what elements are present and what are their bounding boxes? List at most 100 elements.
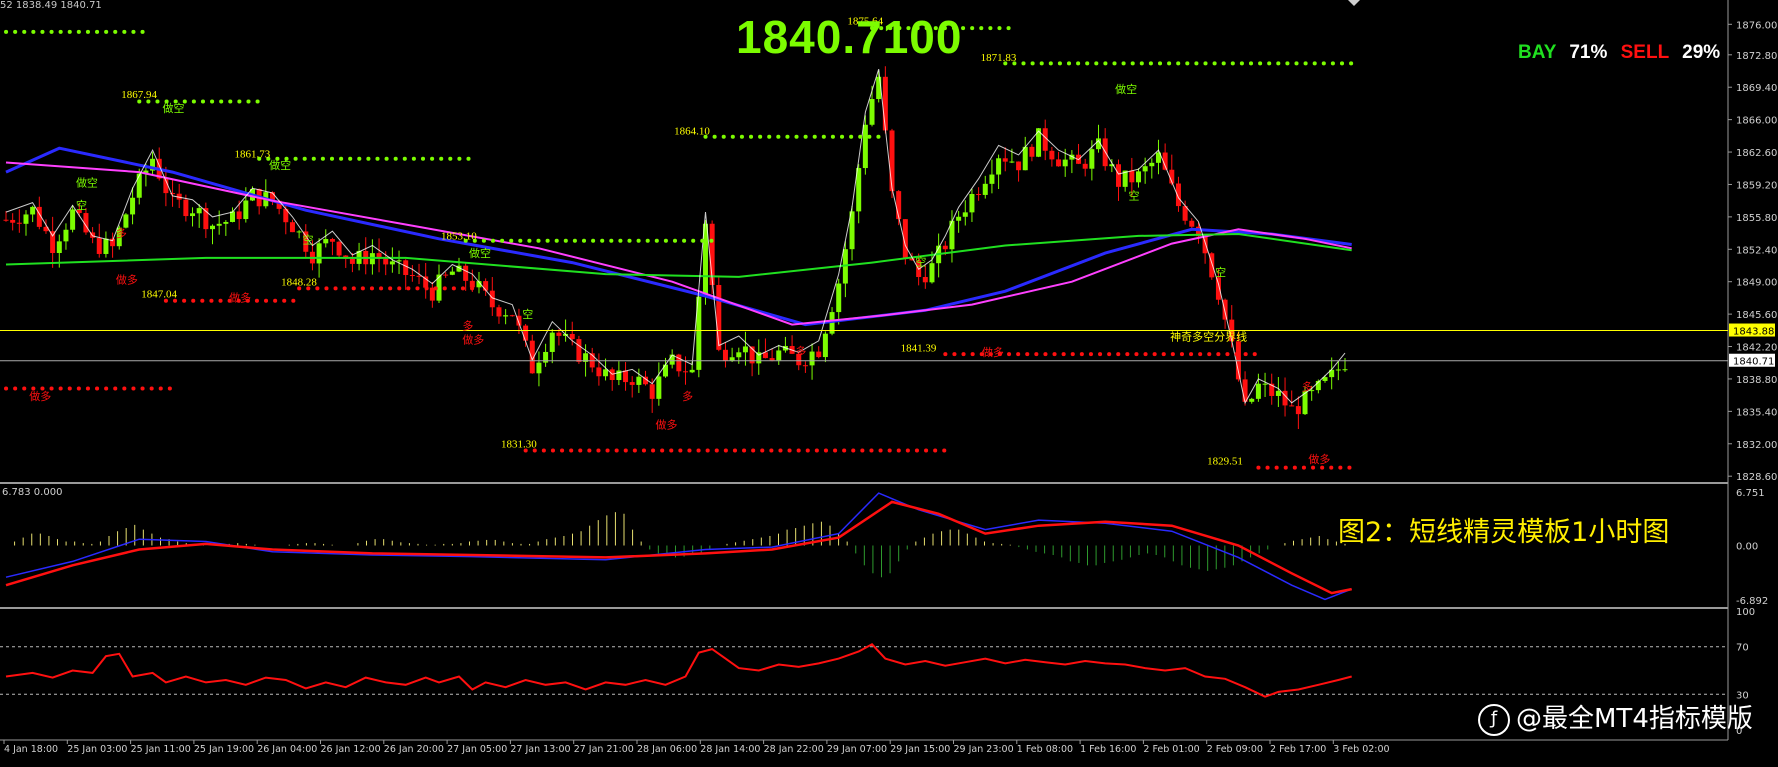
signal-label: 做多: [1308, 452, 1330, 466]
time-tick-label: 27 Jan 13:00: [510, 744, 570, 755]
candle-body: [1049, 150, 1055, 160]
time-tick-label: 29 Jan 15:00: [890, 744, 950, 755]
signal-label: 空: [76, 198, 87, 212]
candle-body: [836, 283, 842, 313]
candle-body: [1022, 146, 1028, 171]
price-tick-label: 1845.60: [1736, 310, 1777, 321]
candle-body: [882, 76, 888, 131]
signal-label: 空: [1128, 189, 1139, 203]
sell-label: SELL: [1620, 42, 1669, 63]
candle-body: [1189, 220, 1195, 227]
candle-body: [1009, 161, 1015, 163]
oscillator-line: [5, 643, 1352, 698]
candle-body: [769, 358, 775, 361]
price-annotation: 1861.73: [234, 148, 270, 160]
candle-body: [496, 307, 502, 317]
candle-body: [822, 333, 828, 358]
candle-body: [389, 261, 395, 265]
candle-body: [1016, 161, 1022, 171]
candle-body: [243, 200, 249, 220]
signal-label: 做多: [656, 418, 678, 432]
candle-body: [1342, 369, 1348, 371]
candle-body: [536, 362, 542, 374]
candle-body: [1056, 159, 1062, 167]
candle-body: [942, 245, 948, 250]
candle-body: [1062, 159, 1068, 167]
candle-body: [463, 265, 469, 281]
candle-body: [130, 197, 136, 215]
price-tick-label: 1855.80: [1736, 213, 1777, 224]
price-annotation: 1853.10: [441, 231, 477, 243]
candle-body: [103, 238, 109, 254]
price-annotation: 1841.39: [901, 342, 937, 354]
ohlc-readout: 52 1838.49 1840.71: [0, 0, 102, 11]
price-annotation: 1829.51: [1207, 456, 1243, 468]
weibo-logo-icon: ƒ: [1478, 703, 1510, 736]
price-annotation: 1867.94: [121, 89, 157, 101]
candle-body: [503, 315, 509, 317]
time-tick-label: 28 Jan 06:00: [637, 744, 697, 755]
candle-body: [736, 352, 742, 358]
candle-body: [962, 212, 968, 217]
candle-body: [596, 367, 602, 377]
time-tick-label: 25 Jan 19:00: [194, 744, 254, 755]
time-tick-label: 26 Jan 20:00: [384, 744, 444, 755]
signal-label: 做空: [76, 175, 98, 189]
candle-body: [1129, 170, 1135, 183]
time-tick-label: 25 Jan 11:00: [131, 744, 191, 755]
candle-body: [776, 350, 782, 361]
candle-body: [23, 214, 29, 224]
price-tick-label: 1876.00: [1736, 20, 1777, 31]
moving-average-line: [5, 161, 1352, 326]
candle-body: [1249, 398, 1255, 402]
candle-body: [170, 193, 176, 195]
candle-body: [1002, 158, 1008, 162]
candle-body: [1202, 236, 1208, 254]
candle-body: [1289, 405, 1295, 407]
signal-label: 做空: [1115, 82, 1137, 96]
candle-body: [549, 332, 555, 352]
candle-body: [323, 239, 329, 244]
signal-label: 做空: [269, 158, 291, 172]
candle-body: [862, 124, 868, 169]
candle-body: [183, 199, 189, 217]
signal-label: 做多: [982, 345, 1004, 359]
candle-body: [63, 229, 69, 242]
price-tick-label: 1866.00: [1736, 116, 1777, 127]
price-tick-label: 1849.00: [1736, 278, 1777, 289]
candle-body: [50, 231, 56, 254]
macd-tick-label: -6.892: [1736, 596, 1768, 607]
candle-body: [403, 260, 409, 276]
candle-body: [329, 239, 335, 242]
candle-body: [416, 275, 422, 277]
time-tick-label: 26 Jan 04:00: [257, 744, 317, 755]
candle-body: [210, 225, 216, 230]
time-tick-label: 26 Jan 12:00: [321, 744, 381, 755]
candle-body: [10, 219, 16, 223]
candle-body: [123, 214, 129, 228]
chart-window: 神奇多空分界线 1867.94 1861.73 1847.04 1848.28 1853.…: [0, 0, 1778, 763]
price-tick-label: 1872.80: [1736, 51, 1777, 62]
price-annotation: 1847.04: [141, 288, 177, 300]
signal-label: 做多: [29, 389, 51, 403]
signal-label: 多: [116, 226, 127, 240]
candle-body: [523, 325, 529, 341]
price-tick-label: 1859.20: [1736, 180, 1777, 191]
candle-body: [1029, 146, 1035, 157]
candle-body: [56, 241, 62, 254]
current-price-display: 1840.7100: [736, 11, 963, 63]
macd-signal-line: [5, 500, 1352, 595]
time-tick-label: 2 Feb 09:00: [1207, 744, 1263, 755]
candle-body: [989, 174, 995, 184]
candle-body: [1335, 369, 1341, 371]
chart-canvas[interactable]: 神奇多空分界线 1867.94 1861.73 1847.04 1848.28 1853.…: [0, 0, 1778, 763]
candle-body: [929, 263, 935, 283]
price-tick-label: 1862.60: [1736, 148, 1777, 159]
candle-body: [1242, 379, 1248, 402]
figure-caption: 图2：短线精灵模板1小时图: [1338, 517, 1670, 548]
candle-body: [443, 274, 449, 276]
candle-body: [722, 349, 728, 361]
candle-body: [223, 221, 229, 224]
candle-body: [396, 260, 402, 262]
candle-body: [636, 376, 642, 385]
